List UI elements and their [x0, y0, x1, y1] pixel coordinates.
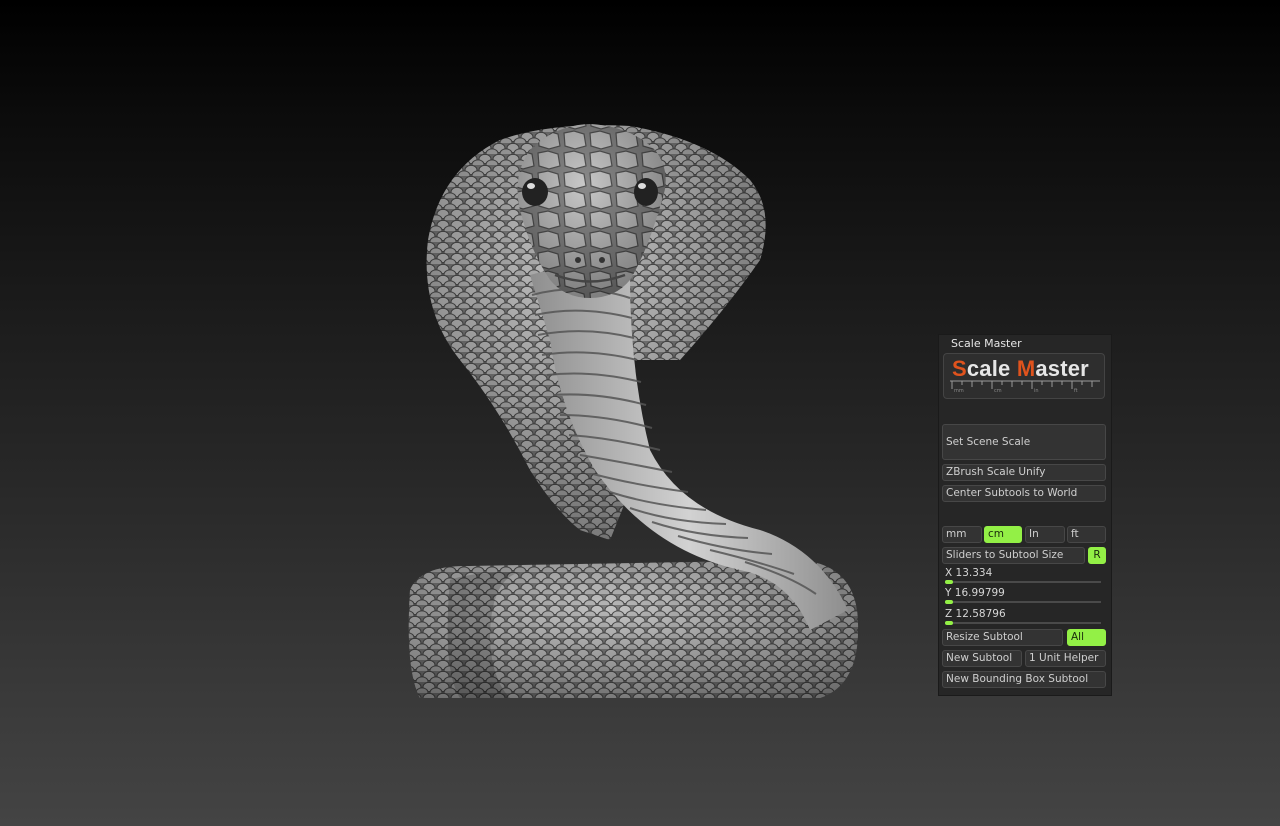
x-size-slider[interactable]: X 13.334	[945, 567, 1105, 585]
center-subtools-button[interactable]: Center Subtools to World	[942, 485, 1106, 502]
resize-subtool-button[interactable]: Resize Subtool	[942, 629, 1063, 646]
scale-master-panel: Scale Master Scale Master mm cm in ft Se…	[938, 334, 1112, 696]
new-bounding-box-subtool-button[interactable]: New Bounding Box Subtool	[942, 671, 1106, 688]
zbrush-scale-unify-button[interactable]: ZBrush Scale Unify	[942, 464, 1106, 481]
svg-text:cm: cm	[994, 388, 1002, 394]
svg-text:mm: mm	[954, 388, 964, 394]
svg-text:ft: ft	[1074, 388, 1078, 394]
resize-all-toggle[interactable]: All	[1067, 629, 1106, 646]
panel-title: Scale Master	[951, 337, 1022, 350]
svg-text:in: in	[1034, 388, 1039, 394]
unit-cm-button[interactable]: cm	[984, 526, 1022, 543]
unit-in-button[interactable]: In	[1025, 526, 1065, 543]
cobra-left-eye	[522, 178, 548, 206]
y-slider-axis: Y 16.99799	[945, 587, 1005, 599]
cobra-right-eye	[634, 178, 658, 206]
logo-ruler-icon: mm cm in ft	[950, 380, 1100, 394]
x-slider-axis: X 13.334	[945, 567, 993, 579]
scale-master-logo: Scale Master mm cm in ft	[943, 353, 1105, 399]
set-scene-scale-button[interactable]: Set Scene Scale	[942, 424, 1106, 460]
reset-sliders-button[interactable]: R	[1088, 547, 1106, 564]
unit-mm-button[interactable]: mm	[942, 526, 982, 543]
z-slider-axis: Z 12.58796	[945, 608, 1006, 620]
unit-helper-button[interactable]: 1 Unit Helper	[1025, 650, 1106, 667]
new-subtool-button[interactable]: New Subtool	[942, 650, 1022, 667]
y-size-slider[interactable]: Y 16.99799	[945, 587, 1105, 605]
logo-text: Scale Master	[952, 356, 1089, 381]
unit-ft-button[interactable]: ft	[1067, 526, 1106, 543]
z-size-slider[interactable]: Z 12.58796	[945, 608, 1105, 626]
sliders-to-subtool-size-button[interactable]: Sliders to Subtool Size	[942, 547, 1085, 564]
cobra-sculpt-model[interactable]	[380, 110, 890, 700]
